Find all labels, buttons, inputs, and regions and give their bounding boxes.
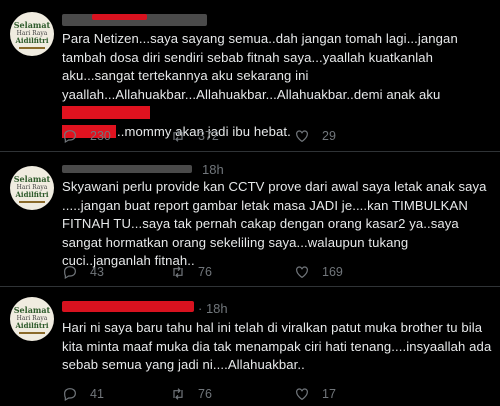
- avatar[interactable]: Selamat Hari Raya Aidilfitri: [10, 297, 54, 341]
- reply-icon: [64, 388, 76, 402]
- retweet-button[interactable]: 76: [170, 386, 212, 402]
- reply-count: 41: [90, 387, 104, 401]
- avatar-text-1: Selamat: [13, 305, 51, 315]
- avatar[interactable]: Selamat Hari Raya Aidilfitri: [10, 12, 54, 56]
- reply-button[interactable]: 43: [62, 264, 104, 280]
- tweet-text-part-1: Para Netizen...saya sayang semua..dah ja…: [62, 31, 458, 102]
- reply-count: 230: [90, 129, 111, 143]
- tweet-time[interactable]: 18h: [202, 162, 224, 177]
- retweet-button[interactable]: 372: [170, 128, 219, 144]
- tweet-text: Hari ni saya baru tahu hal ini telah di …: [62, 320, 492, 372]
- tweet-2[interactable]: Selamat Hari Raya Aidilfitri 18h Skyawan…: [0, 152, 500, 287]
- like-count: 17: [322, 387, 336, 401]
- reply-count: 43: [90, 265, 104, 279]
- reply-icon: [64, 266, 76, 280]
- reply-button[interactable]: 230: [62, 128, 111, 144]
- author-name-redacted[interactable]: [62, 301, 194, 312]
- tweet-actions: 41 76 17: [62, 386, 482, 406]
- tweet-time[interactable]: · 18h: [198, 301, 228, 316]
- redaction-bar: [62, 106, 150, 119]
- tweet-text: Skyawani perlu provide kan CCTV prove da…: [62, 179, 487, 268]
- retweet-count: 372: [198, 129, 219, 143]
- retweet-icon: [173, 388, 183, 400]
- retweet-count: 76: [198, 387, 212, 401]
- retweet-icon: [173, 130, 183, 142]
- like-button[interactable]: 17: [294, 386, 336, 402]
- avatar-text-3: Aidilfitri: [15, 190, 49, 199]
- like-icon: [296, 266, 308, 279]
- reply-icon: [64, 130, 76, 144]
- author-handle-redacted: [92, 14, 147, 20]
- tweet-3[interactable]: Selamat Hari Raya Aidilfitri · 18h Hari …: [0, 287, 500, 406]
- like-count: 169: [322, 265, 343, 279]
- tweet-1[interactable]: Selamat Hari Raya Aidilfitri Para Netize…: [0, 0, 500, 150]
- avatar-ornament: [19, 201, 45, 203]
- tweet-actions: 43 76 169: [62, 264, 482, 284]
- tweet-text: Para Netizen...saya sayang semua..dah ja…: [62, 30, 494, 141]
- like-button[interactable]: 169: [294, 264, 343, 280]
- author-name-redacted[interactable]: [62, 165, 192, 173]
- avatar-text-3: Aidilfitri: [15, 321, 49, 330]
- reply-button[interactable]: 41: [62, 386, 104, 402]
- avatar-text-1: Selamat: [13, 174, 51, 184]
- retweet-count: 76: [198, 265, 212, 279]
- avatar[interactable]: Selamat Hari Raya Aidilfitri: [10, 166, 54, 210]
- like-button[interactable]: 29: [294, 128, 336, 144]
- avatar-ornament: [19, 47, 45, 49]
- avatar-text-3: Aidilfitri: [15, 36, 49, 45]
- tweet-actions: 230 372 29: [62, 128, 482, 148]
- like-count: 29: [322, 129, 336, 143]
- retweet-icon: [173, 266, 183, 278]
- avatar-text-1: Selamat: [13, 20, 51, 30]
- like-icon: [296, 130, 308, 143]
- like-icon: [296, 388, 308, 401]
- avatar-ornament: [19, 332, 45, 334]
- retweet-button[interactable]: 76: [170, 264, 212, 280]
